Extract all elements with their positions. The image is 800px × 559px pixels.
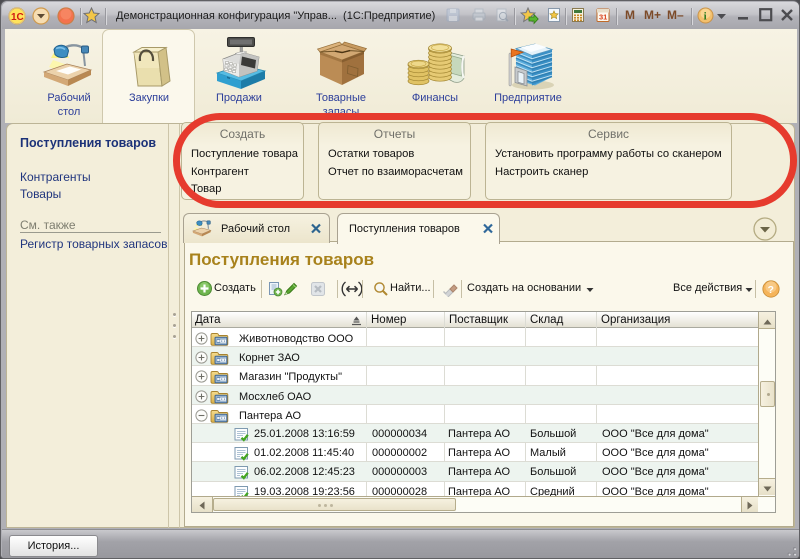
svg-text:1C: 1C (11, 12, 24, 23)
svg-text:31: 31 (599, 13, 607, 22)
svg-text:i: i (704, 11, 707, 23)
svg-text:?: ? (768, 285, 774, 296)
